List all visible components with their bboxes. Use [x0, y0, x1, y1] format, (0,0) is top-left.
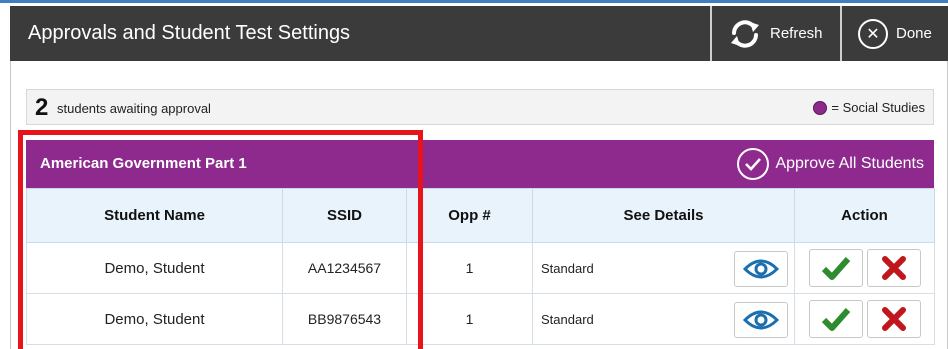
column-header-action: Action	[794, 188, 935, 243]
title-bar: Approvals and Student Test Settings Refr…	[10, 6, 948, 61]
opp-cell: 1	[406, 242, 533, 294]
deny-button[interactable]	[866, 249, 921, 287]
awaiting-text: students awaiting approval	[57, 101, 211, 116]
toolbar-divider	[710, 6, 712, 61]
subject-legend: = Social Studies	[813, 100, 925, 115]
column-header-see-details: See Details	[532, 188, 795, 243]
approve-all-label: Approve All Students	[775, 155, 924, 172]
view-details-button[interactable]	[734, 302, 788, 338]
awaiting-count: 2	[35, 94, 49, 121]
details-cell: Standard	[532, 293, 795, 345]
checkmark-icon	[821, 257, 850, 280]
top-accent-line	[0, 0, 948, 3]
x-icon	[881, 256, 906, 280]
close-circle-icon: ✕	[858, 18, 888, 49]
check-circle-icon	[737, 148, 770, 180]
deny-button[interactable]	[866, 300, 921, 338]
done-label: Done	[896, 25, 932, 42]
x-icon	[881, 307, 906, 331]
social-studies-color-dot	[813, 100, 828, 115]
details-cell: Standard	[532, 242, 795, 294]
callout-highlight-box	[18, 130, 423, 349]
checkmark-icon	[821, 308, 850, 331]
eye-icon	[743, 310, 779, 330]
done-button[interactable]: ✕ Done	[848, 6, 948, 61]
opp-cell: 1	[406, 293, 533, 345]
approve-button[interactable]	[808, 300, 863, 338]
column-header-opp: Opp #	[406, 188, 533, 243]
refresh-label: Refresh	[770, 25, 823, 42]
approval-summary: 2 students awaiting approval = Social St…	[26, 89, 934, 125]
details-text: Standard	[541, 311, 594, 327]
approve-all-button[interactable]: Approve All Students	[737, 140, 924, 188]
dialog-title: Approvals and Student Test Settings	[28, 22, 351, 44]
refresh-icon	[731, 19, 759, 48]
approve-button[interactable]	[808, 249, 863, 287]
view-details-button[interactable]	[734, 251, 788, 287]
refresh-button[interactable]: Refresh	[718, 6, 846, 61]
toolbar-divider	[840, 6, 842, 61]
eye-icon	[743, 259, 779, 279]
action-cell	[794, 242, 935, 294]
details-text: Standard	[541, 260, 594, 276]
legend-label: = Social Studies	[831, 100, 925, 115]
action-cell	[794, 293, 935, 345]
